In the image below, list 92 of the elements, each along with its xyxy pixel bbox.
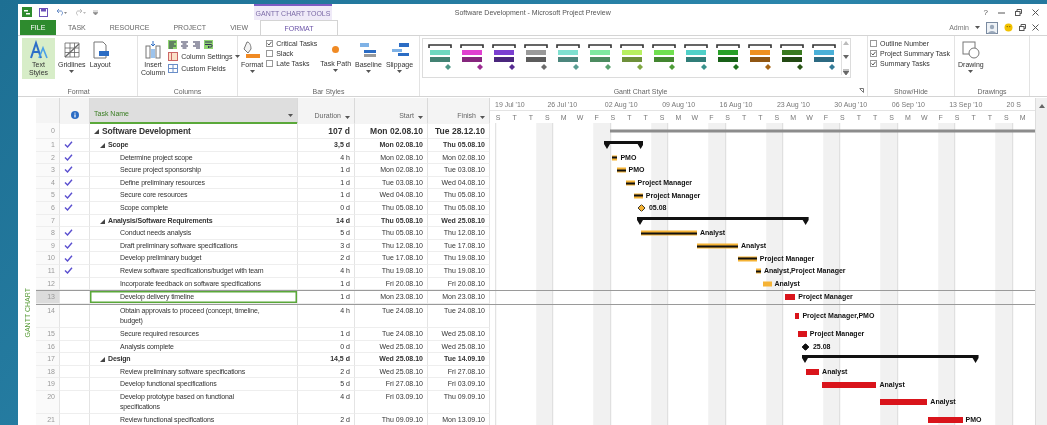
task-bar bbox=[879, 399, 928, 406]
filter-caret-icon bbox=[288, 114, 293, 117]
checkbox[interactable] bbox=[266, 50, 274, 57]
task-bar bbox=[641, 230, 697, 236]
info-icon bbox=[70, 111, 79, 119]
task-bar bbox=[784, 294, 796, 301]
align-left-icon bbox=[168, 40, 178, 49]
duration-cell: 107 d bbox=[298, 123, 355, 139]
restore-icon[interactable] bbox=[1019, 24, 1026, 31]
gantt-style-thumbnail[interactable] bbox=[811, 43, 839, 73]
format-toggle[interactable] bbox=[192, 40, 202, 49]
collapse-triangle-icon[interactable] bbox=[100, 143, 105, 148]
avatar-icon bbox=[986, 21, 998, 34]
gantt-style-thumbnail[interactable] bbox=[683, 43, 711, 73]
format-toggle[interactable] bbox=[168, 40, 178, 49]
checkbox[interactable] bbox=[870, 50, 877, 57]
task-bar bbox=[737, 256, 757, 262]
account-caret-icon bbox=[975, 26, 980, 29]
scroll-down-icon[interactable] bbox=[843, 55, 849, 59]
dropdown-caret-icon bbox=[968, 70, 974, 73]
gantt-style-thumbnail[interactable] bbox=[459, 43, 487, 73]
task-bar bbox=[928, 417, 963, 424]
dropdown-caret-icon bbox=[333, 69, 339, 72]
gantt-style-thumbnail[interactable] bbox=[651, 43, 679, 73]
gantt-style-thumbnail[interactable] bbox=[523, 43, 551, 73]
gantt-style-thumbnail[interactable] bbox=[587, 43, 615, 73]
start-cell: Mon 02.08.10 bbox=[355, 123, 428, 139]
checkbox[interactable] bbox=[870, 60, 877, 67]
wrap-text-icon bbox=[204, 40, 214, 49]
milestone-diamond bbox=[802, 343, 810, 351]
close-icon[interactable] bbox=[1032, 24, 1039, 31]
close-icon[interactable] bbox=[1032, 8, 1039, 16]
scroll-up-icon[interactable] bbox=[1038, 104, 1045, 108]
gridlines-icon bbox=[61, 40, 82, 60]
checkmark-icon bbox=[267, 41, 273, 46]
task-name: Software Development bbox=[102, 125, 191, 138]
filter-caret-icon bbox=[418, 116, 423, 119]
gantt-style-thumbnail[interactable] bbox=[427, 43, 455, 73]
dropdown-caret-icon bbox=[249, 70, 255, 73]
task-bar bbox=[616, 168, 626, 173]
insert-column-icon bbox=[143, 40, 164, 60]
filter-caret-icon bbox=[345, 116, 350, 119]
layout-icon bbox=[90, 40, 111, 60]
gantt-style-thumbnail[interactable] bbox=[747, 43, 775, 73]
custom-fields-icon bbox=[168, 64, 179, 73]
customize-caret-icon[interactable] bbox=[93, 9, 98, 15]
task-bar bbox=[755, 268, 761, 274]
help-button[interactable]: ? bbox=[983, 7, 988, 17]
task-bar bbox=[762, 281, 772, 287]
task-bar bbox=[797, 331, 807, 338]
app-logo-icon bbox=[22, 7, 32, 17]
collapse-triangle-icon[interactable] bbox=[94, 129, 99, 134]
task-path-icon bbox=[332, 46, 340, 53]
format-toggle[interactable] bbox=[204, 40, 214, 49]
task-bar bbox=[794, 313, 800, 320]
dropdown-caret-icon bbox=[397, 70, 402, 73]
checkbox[interactable] bbox=[266, 40, 274, 47]
task-bar bbox=[821, 381, 877, 388]
bar-format-icon bbox=[242, 40, 263, 60]
task-bar bbox=[625, 180, 635, 186]
save-icon[interactable] bbox=[39, 7, 48, 17]
gantt-style-thumbnail[interactable] bbox=[779, 43, 807, 73]
undo-icon[interactable] bbox=[55, 8, 67, 16]
task-bar bbox=[612, 155, 618, 161]
task-bar bbox=[696, 243, 738, 249]
milestone-diamond bbox=[638, 204, 646, 212]
dropdown-caret-icon bbox=[69, 70, 75, 73]
checkbox[interactable] bbox=[266, 60, 274, 67]
collapse-triangle-icon[interactable] bbox=[100, 357, 105, 363]
dialog-launcher-icon[interactable] bbox=[859, 88, 864, 93]
drawing-icon bbox=[960, 40, 981, 60]
more-icon[interactable] bbox=[843, 69, 849, 75]
checkbox[interactable] bbox=[870, 40, 877, 47]
filter-caret-icon bbox=[480, 116, 485, 119]
gantt-style-thumbnail[interactable] bbox=[555, 43, 583, 73]
align-center-icon bbox=[180, 40, 190, 49]
gantt-style-thumbnail[interactable] bbox=[491, 43, 519, 73]
baseline-icon bbox=[358, 40, 379, 60]
align-right-icon bbox=[192, 40, 202, 49]
dropdown-caret-icon bbox=[365, 70, 371, 73]
text-styles-icon bbox=[28, 40, 49, 60]
gantt-style-thumbnail[interactable] bbox=[619, 43, 647, 73]
dropdown-caret-icon bbox=[235, 55, 241, 58]
task-bar bbox=[633, 193, 643, 199]
restore-icon[interactable] bbox=[1015, 8, 1022, 16]
smiley-icon[interactable] bbox=[1004, 23, 1013, 32]
column-settings-icon bbox=[168, 52, 179, 61]
summary-bar bbox=[603, 141, 644, 150]
task-bar bbox=[805, 369, 820, 375]
collapse-triangle-icon[interactable] bbox=[100, 218, 105, 224]
gantt-style-thumbnail[interactable] bbox=[715, 43, 743, 73]
format-toggle[interactable] bbox=[180, 40, 190, 49]
